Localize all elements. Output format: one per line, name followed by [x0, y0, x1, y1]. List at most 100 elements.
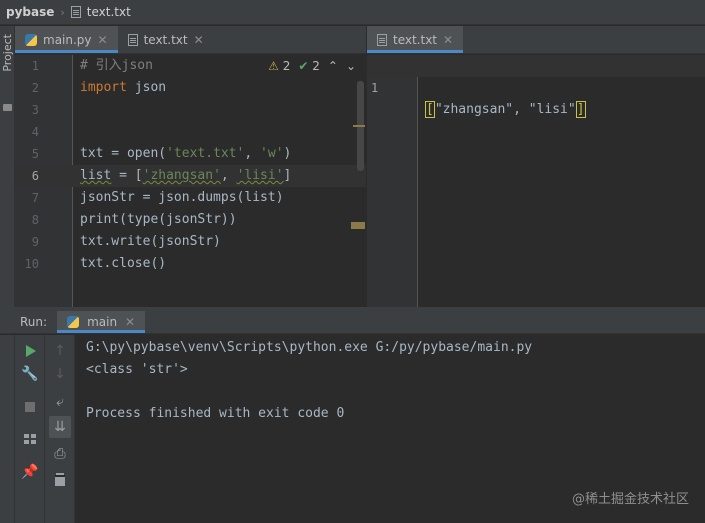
- print-button[interactable]: ⎙: [52, 446, 68, 462]
- code-token: ,: [220, 168, 237, 183]
- code-text: list = ['zhangsan', 'lisi']: [80, 165, 291, 187]
- restore-layout-button[interactable]: [22, 431, 38, 447]
- run-label: Run:: [20, 315, 48, 329]
- code-token: print: [80, 212, 120, 227]
- wrench-icon: 🔧: [21, 366, 39, 382]
- code-token: (jsonStr)): [158, 212, 237, 227]
- chevron-down-icon[interactable]: ⌄: [346, 59, 356, 73]
- close-icon[interactable]: ✕: [194, 33, 204, 47]
- console-line: <class 'str'>: [86, 362, 188, 377]
- code-line: 10 txt.close(): [15, 253, 366, 275]
- code-text: txt = open('text.txt', 'w'): [80, 143, 291, 165]
- code-token: ): [275, 190, 284, 205]
- warning-marker[interactable]: [351, 222, 365, 229]
- soft-wrap-button[interactable]: ⤶: [52, 394, 68, 410]
- code-token: type: [126, 212, 159, 227]
- code-line: 5 txt = open('text.txt', 'w'): [15, 143, 366, 165]
- text-file-icon: [127, 33, 138, 46]
- chevron-up-icon[interactable]: ⌃: [328, 59, 338, 73]
- close-icon[interactable]: ✕: [125, 315, 135, 329]
- code-token: list: [80, 168, 112, 183]
- layout-icon: [24, 434, 36, 444]
- down-stack-button[interactable]: ↓: [52, 366, 68, 382]
- tab-main-py[interactable]: main.py ✕: [15, 26, 118, 53]
- line-number: 10: [24, 257, 39, 271]
- tab-label: text.txt: [393, 32, 438, 47]
- code-line: 6 list = ['zhangsan', 'lisi']: [15, 165, 366, 187]
- code-token: jsonStr = json.dumps(: [80, 190, 245, 205]
- trash-icon: [55, 474, 65, 486]
- line-number: 9: [31, 235, 39, 249]
- breadcrumb-project[interactable]: pybase: [6, 5, 54, 19]
- arrow-down-icon: ↓: [54, 366, 66, 382]
- code-token: ]: [283, 168, 292, 183]
- code-line: 4: [15, 121, 366, 143]
- code-token: ): [283, 146, 292, 161]
- stop-button[interactable]: [22, 399, 38, 415]
- code-token: 'text.txt': [166, 146, 245, 161]
- pin-button[interactable]: 📌: [21, 464, 39, 480]
- stop-icon: [25, 402, 35, 412]
- code-token: list: [244, 190, 276, 205]
- code-line: 8 print(type(jsonStr)): [15, 209, 366, 231]
- breadcrumb-file[interactable]: text.txt: [87, 5, 131, 19]
- code-line: 7 jsonStr = json.dumps(list): [15, 187, 366, 209]
- up-stack-button[interactable]: ↑: [52, 343, 68, 359]
- line-number: 8: [31, 213, 39, 227]
- rerun-button[interactable]: [23, 343, 39, 359]
- code-text: import json: [80, 77, 166, 99]
- warning-icon: ⚠: [268, 59, 279, 73]
- pin-icon: 📌: [21, 464, 39, 480]
- arrow-up-icon: ↑: [54, 343, 66, 359]
- breadcrumb-separator: ›: [60, 5, 65, 19]
- warning-marker[interactable]: [353, 125, 365, 127]
- text-line: 1 ["zhangsan", "lisi"]: [367, 55, 705, 118]
- clear-all-button[interactable]: [52, 472, 68, 488]
- inspection-widget[interactable]: ⚠ 2 ✔ 2 ⌃ ⌄: [268, 59, 356, 73]
- run-tab-label: main: [87, 315, 118, 329]
- code-text: print(type(jsonStr)): [80, 209, 237, 231]
- console-line: Process finished with exit code 0: [86, 406, 345, 421]
- close-icon[interactable]: ✕: [98, 33, 108, 47]
- line-number: 7: [31, 191, 39, 205]
- code-token: txt.close(): [80, 256, 167, 271]
- code-editor-text[interactable]: 1 ["zhangsan", "lisi"]: [367, 55, 705, 307]
- run-toolbar-secondary: ↑ ↓ ⤶ ⇊ ⎙: [45, 335, 75, 523]
- code-text: txt.close(): [80, 253, 166, 275]
- weak-warning-count: 2: [312, 59, 320, 73]
- warning-indicator[interactable]: ⚠ 2: [268, 59, 290, 73]
- tab-text-txt[interactable]: text.txt ✕: [118, 26, 214, 53]
- project-tool-button[interactable]: Project: [1, 34, 14, 72]
- code-token: = [: [111, 168, 143, 183]
- weak-warning-indicator[interactable]: ✔ 2: [298, 59, 320, 73]
- code-text: jsonStr = json.dumps(list): [80, 187, 284, 209]
- tab-run-main[interactable]: main ✕: [57, 311, 146, 333]
- tab-text-txt-right[interactable]: text.txt ✕: [367, 26, 464, 53]
- scroll-to-end-icon: ⇊: [54, 419, 66, 435]
- line-number: 1: [31, 59, 39, 73]
- code-text: # 引入json: [80, 55, 153, 77]
- scroll-to-end-button[interactable]: ⇊: [49, 416, 71, 438]
- code-token: (: [158, 146, 167, 161]
- python-file-icon: [25, 33, 37, 46]
- settings-button[interactable]: 🔧: [21, 366, 39, 382]
- code-editor-main[interactable]: 1 # 引入json 2 import json 3 4 5 txt = open('text…: [15, 55, 366, 307]
- console-line: G:\py\pybase\venv\Scripts\python.exe G:/…: [86, 340, 533, 355]
- run-panel-header: Run: main ✕: [0, 311, 705, 334]
- text-content: ["zhangsan", "lisi"]: [425, 99, 586, 121]
- code-token: 'w': [260, 146, 284, 161]
- editor-tabs-right: text.txt ✕: [367, 26, 705, 54]
- code-token: import: [80, 80, 127, 95]
- line-number: 2: [31, 81, 39, 95]
- check-icon: ✔: [298, 59, 309, 73]
- soft-wrap-icon: ⤶: [56, 394, 64, 410]
- left-tool-strip-bottom: [0, 335, 15, 523]
- project-tool-strip: Project: [0, 26, 15, 311]
- tab-label: main.py: [43, 32, 92, 47]
- code-token: (: [119, 212, 127, 227]
- close-icon[interactable]: ✕: [443, 33, 453, 47]
- line-number: 3: [31, 103, 39, 117]
- line-number: 4: [31, 125, 39, 139]
- folder-icon[interactable]: [3, 104, 12, 111]
